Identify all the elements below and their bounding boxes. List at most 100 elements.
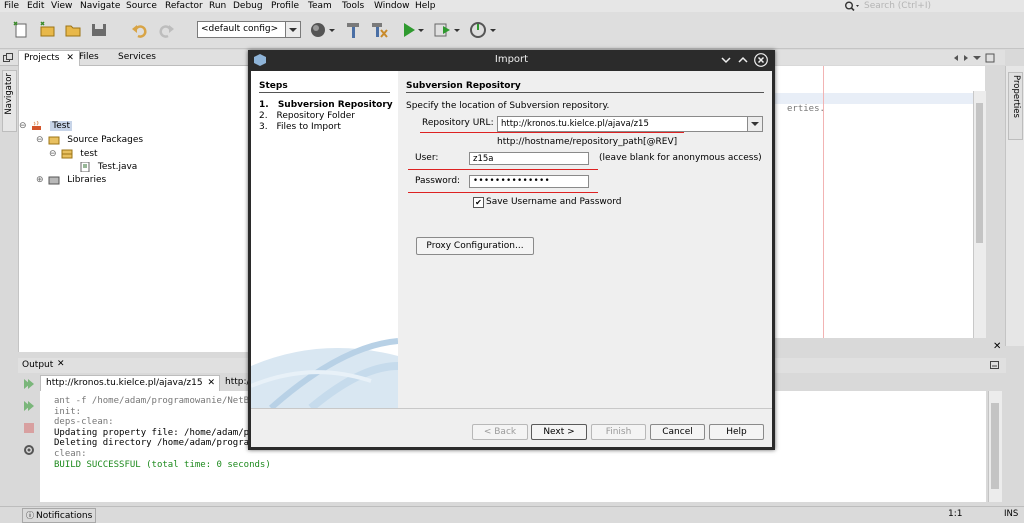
chevron-down-icon[interactable]	[721, 55, 731, 65]
menu-window[interactable]: Window	[374, 0, 410, 12]
rerun-icon[interactable]	[22, 377, 36, 391]
close-icon[interactable]	[754, 53, 768, 67]
tab-files[interactable]: Files	[74, 50, 104, 65]
expand-icon[interactable]: ⊕	[36, 175, 44, 185]
chevron-down-icon[interactable]	[453, 21, 461, 39]
new-project-icon[interactable]	[38, 21, 56, 39]
info-icon: ⓘ	[26, 511, 34, 520]
tab-projects[interactable]: Projects ✕	[18, 50, 80, 66]
tab-files-label: Files	[79, 52, 99, 62]
navigator-tab[interactable]: Navigator	[2, 70, 17, 132]
password-field[interactable]: ••••••••••••••	[469, 175, 589, 188]
globe-icon[interactable]	[310, 21, 328, 39]
menu-debug[interactable]: Debug	[233, 0, 263, 12]
debug-icon[interactable]	[433, 21, 451, 39]
window-restore-icon[interactable]	[3, 53, 13, 62]
clean-build-icon[interactable]	[370, 21, 388, 39]
menu-profile[interactable]: Profile	[271, 0, 299, 12]
proxy-configuration-button[interactable]: Proxy Configuration...	[416, 237, 534, 255]
steps-title: Steps	[259, 81, 288, 91]
package-icon	[61, 149, 73, 158]
search-input[interactable]: Search (Ctrl+I)	[840, 0, 1024, 12]
settings-icon[interactable]	[22, 443, 36, 457]
navigator-label: Navigator	[4, 73, 14, 115]
chevron-down-icon[interactable]	[417, 21, 425, 39]
menu-team[interactable]: Team	[308, 0, 332, 12]
user-field[interactable]	[469, 152, 589, 165]
close-icon[interactable]: ✕	[207, 376, 215, 391]
properties-tab[interactable]: Properties	[1008, 72, 1023, 140]
menu-view[interactable]: View	[51, 0, 72, 12]
properties-label: Properties	[1011, 75, 1021, 118]
menu-run[interactable]: Run	[209, 0, 226, 12]
editor-scrollbar[interactable]	[973, 91, 986, 338]
tree-node-project[interactable]: ⊖ Test	[19, 120, 73, 133]
notifications-button[interactable]: ⓘ Notifications	[22, 508, 97, 523]
annotation-underline	[408, 169, 598, 170]
tree-node-source-packages[interactable]: ⊖ Source Packages	[36, 134, 143, 147]
open-project-icon[interactable]	[64, 21, 82, 39]
editor-navigation-icons[interactable]	[951, 53, 997, 63]
close-icon[interactable]: ✕	[66, 53, 74, 63]
description-text: Specify the location of Subversion repos…	[406, 101, 610, 111]
stop-icon[interactable]	[22, 421, 36, 435]
build-hammer-icon[interactable]	[344, 21, 362, 39]
collapse-icon[interactable]: ⊖	[49, 149, 57, 159]
project-tree: ⊖ Test ⊖ Source Packages ⊖ test Test.jav…	[19, 66, 248, 352]
close-icon[interactable]: ✕	[993, 341, 1001, 352]
tree-node-file[interactable]: Test.java	[79, 161, 137, 174]
steps-panel: Steps 1. Subversion Repository 2. Reposi…	[251, 71, 398, 408]
profile-icon[interactable]	[469, 21, 487, 39]
minimize-icon[interactable]	[990, 361, 1000, 370]
search-icon	[845, 1, 859, 11]
output-tab-label: http:/	[225, 377, 250, 387]
editor-area[interactable]: erties.	[775, 66, 986, 338]
new-file-icon[interactable]	[12, 21, 30, 39]
toolbar: <default config>	[0, 12, 1024, 49]
menu-tools[interactable]: Tools	[342, 0, 364, 12]
save-all-icon[interactable]	[90, 21, 108, 39]
step-2: 2. Repository Folder	[259, 111, 355, 121]
repository-url-hint: http://hostname/repository_path[@REV]	[497, 137, 678, 147]
chevron-down-icon[interactable]	[489, 21, 497, 39]
menu-help[interactable]: Help	[415, 0, 436, 12]
chevron-up-icon[interactable]	[738, 55, 748, 65]
step-1-number: 1.	[259, 100, 269, 110]
repository-url-combo[interactable]: http://kronos.tu.kielce.pl/ajava/z15	[497, 116, 763, 132]
back-button[interactable]: < Back	[472, 424, 528, 440]
save-credentials-checkbox[interactable]: ✔	[473, 197, 484, 208]
tree-node-package[interactable]: ⊖ test	[49, 148, 98, 161]
menu-refactor[interactable]: Refactor	[165, 0, 203, 12]
output-tab-label: http://kronos.tu.kielce.pl/ajava/z15	[46, 378, 203, 388]
tree-label-project: Test	[50, 121, 73, 131]
help-button[interactable]: Help	[709, 424, 764, 440]
undo-icon[interactable]	[131, 21, 149, 39]
finish-button[interactable]: Finish	[591, 424, 646, 440]
close-icon[interactable]: ✕	[57, 359, 65, 369]
save-credentials-label: Save Username and Password	[486, 197, 622, 207]
cancel-button[interactable]: Cancel	[650, 424, 705, 440]
output-scrollbar[interactable]	[988, 391, 1002, 502]
menu-source[interactable]: Source	[126, 0, 157, 12]
output-tab-active[interactable]: http://kronos.tu.kielce.pl/ajava/z15 ✕	[40, 375, 220, 391]
rerun-different-icon[interactable]	[22, 399, 36, 413]
menu-navigate[interactable]: Navigate	[80, 0, 120, 12]
output-scroll-thumb[interactable]	[991, 403, 999, 489]
redo-icon[interactable]	[157, 21, 175, 39]
next-button[interactable]: Next >	[531, 424, 587, 440]
chevron-down-icon[interactable]	[747, 117, 762, 131]
tab-services[interactable]: Services	[113, 50, 161, 65]
wizard-swoosh-graphic	[251, 338, 398, 408]
tree-node-libraries[interactable]: ⊕ Libraries	[36, 174, 106, 187]
collapse-icon[interactable]: ⊖	[19, 121, 27, 131]
source-packages-icon	[48, 136, 60, 144]
editor-scroll-thumb[interactable]	[976, 103, 983, 243]
config-select[interactable]: <default config>	[197, 21, 301, 38]
step-3-label: Files to Import	[276, 122, 341, 132]
menu-file[interactable]: File	[4, 0, 19, 12]
collapse-icon[interactable]: ⊖	[36, 135, 44, 145]
menu-edit[interactable]: Edit	[27, 0, 44, 12]
properties-strip: Properties	[1005, 66, 1024, 346]
run-icon[interactable]	[400, 21, 418, 39]
chevron-down-icon[interactable]	[328, 21, 336, 39]
